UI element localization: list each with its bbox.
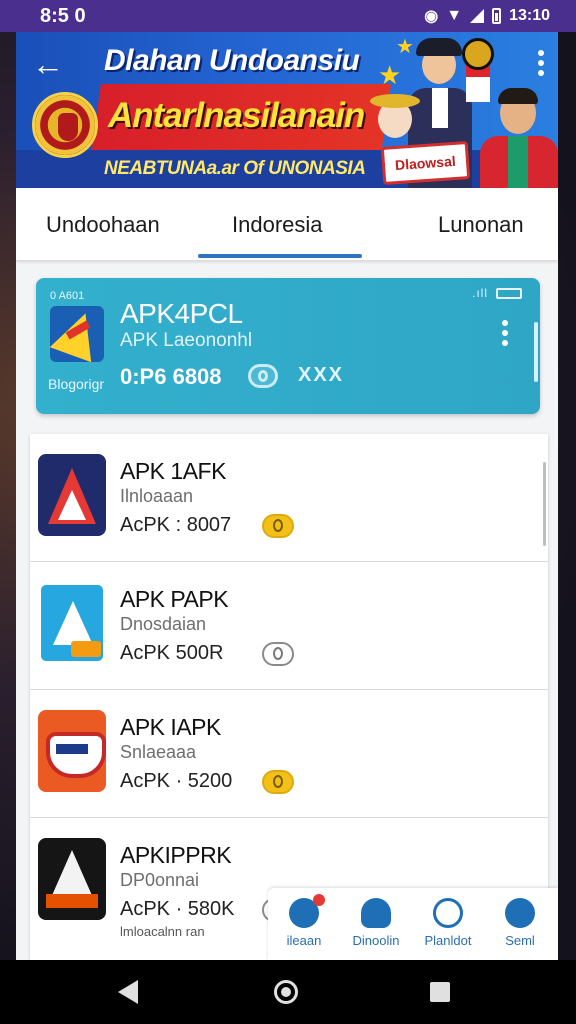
nav-item-ileaan[interactable]: ileaan bbox=[268, 894, 340, 950]
promo-banner[interactable]: ★ ★ ← Dlahan Undoansiu Antarlnasilanain … bbox=[16, 32, 558, 188]
banner-subtitle: NEABTUNAa.ar Of UNONASIA bbox=[104, 158, 366, 179]
nav-label: Planldot bbox=[424, 933, 472, 948]
featured-subtitle: APK Laeononhl bbox=[120, 330, 253, 351]
tab-lunonan[interactable]: Lunonan bbox=[438, 212, 524, 238]
status-clock: 13:10 bbox=[509, 7, 550, 24]
item-price: AcPK 500R bbox=[120, 642, 224, 664]
app-window: ★ ★ ← Dlahan Undoansiu Antarlnasilanain … bbox=[16, 32, 558, 960]
list-item[interactable]: APK 1AFK Ilnloaaan AcPK : 8007 bbox=[30, 434, 548, 562]
item-title: APKIPPRK bbox=[120, 842, 232, 868]
nav-item-seml[interactable]: Seml bbox=[484, 894, 556, 950]
featured-menu-icon[interactable] bbox=[502, 320, 508, 350]
item-subtitle: Dnosdaian bbox=[120, 614, 207, 634]
notification-dot bbox=[313, 894, 325, 906]
app-icon bbox=[38, 454, 106, 536]
nav-item-planldot[interactable]: Planldot bbox=[412, 894, 484, 950]
featured-signal-icon: .ıll bbox=[472, 286, 488, 300]
item-title: APK PAPK bbox=[120, 586, 229, 612]
signal-icon bbox=[470, 9, 485, 23]
banner-title: Dlahan Undoansiu bbox=[104, 44, 360, 77]
compass-icon bbox=[433, 898, 463, 928]
item-note: lmloacalnn ran bbox=[120, 924, 205, 939]
featured-title: APK4PCL bbox=[120, 298, 243, 329]
overflow-menu-icon[interactable] bbox=[538, 50, 544, 80]
item-title: APK 1AFK bbox=[120, 458, 226, 484]
star-icon: ★ bbox=[378, 60, 402, 90]
student-hair bbox=[498, 88, 538, 104]
featured-brand: Blogorigr bbox=[48, 376, 105, 392]
featured-app-logo-icon bbox=[50, 306, 104, 362]
star-icon: ★ bbox=[396, 36, 414, 58]
status-time: 8:5 0 bbox=[40, 4, 86, 27]
alarm-icon: ◉ bbox=[424, 8, 439, 25]
coin-icon bbox=[262, 514, 294, 538]
status-bar: 8:5 0 ◉ ▼ 13:10 bbox=[0, 0, 576, 32]
nav-label: ileaan bbox=[286, 933, 322, 948]
star-icon bbox=[505, 898, 535, 928]
nav-label: Dinoolin bbox=[352, 933, 400, 948]
coin-icon bbox=[262, 642, 294, 666]
featured-app-card[interactable]: 0 A601 Blogorigr APK4PCL APK Laeononhl 0… bbox=[36, 278, 540, 414]
app-icon bbox=[38, 582, 106, 664]
medal-icon bbox=[462, 38, 494, 70]
garuda-emblem-icon bbox=[32, 92, 98, 158]
item-price: AcPK : 8007 bbox=[120, 514, 232, 536]
officer-shirt bbox=[432, 88, 448, 128]
list-item[interactable]: APK IAPK Snlaeaaa AcPK · 5200 bbox=[30, 690, 548, 818]
nav-label: Seml bbox=[505, 933, 535, 948]
tab-indoresia[interactable]: Indoresia bbox=[232, 212, 323, 238]
recents-icon[interactable] bbox=[430, 982, 450, 1002]
nav-item-dinoolin[interactable]: Dinoolin bbox=[340, 894, 412, 950]
back-arrow-icon[interactable]: ← bbox=[32, 48, 64, 80]
item-price: AcPK · 5200 bbox=[120, 770, 233, 792]
featured-battery-icon bbox=[496, 288, 522, 299]
featured-scrollbar[interactable] bbox=[534, 322, 538, 382]
banner-sticker: Dlaowsal bbox=[380, 141, 470, 185]
student-tie bbox=[508, 136, 528, 188]
chat-icon bbox=[289, 894, 325, 928]
featured-coin-icon bbox=[248, 364, 278, 388]
officer-cap bbox=[416, 38, 462, 56]
app-list: APK 1AFK Ilnloaaan AcPK : 8007 APK PAPK … bbox=[30, 434, 548, 960]
item-subtitle: Ilnloaaan bbox=[120, 486, 194, 506]
users-icon bbox=[361, 898, 391, 928]
featured-small-label: 0 A601 bbox=[50, 290, 85, 302]
tab-bar: Undoohaan Indoresia Lunonan bbox=[16, 188, 558, 260]
list-item[interactable]: APK PAPK Dnosdaian AcPK 500R bbox=[30, 562, 548, 690]
banner-heading: Antarlnasilanain bbox=[108, 96, 365, 135]
app-icon bbox=[38, 710, 106, 792]
status-icons: ◉ ▼ 13:10 bbox=[424, 6, 550, 26]
featured-mark: XXX bbox=[298, 364, 345, 386]
active-tab-indicator bbox=[198, 254, 362, 258]
bottom-nav: ileaan Dinoolin Planldot Seml bbox=[268, 888, 558, 960]
system-nav-bar bbox=[0, 960, 576, 1024]
home-icon[interactable] bbox=[274, 980, 298, 1004]
wifi-icon: ▼ bbox=[446, 7, 463, 24]
item-price: AcPK · 580K bbox=[120, 898, 235, 920]
item-title: APK IAPK bbox=[120, 714, 221, 740]
back-icon[interactable] bbox=[118, 980, 138, 1004]
elder-hat bbox=[370, 94, 420, 108]
featured-price: 0:P6 6808 bbox=[120, 364, 222, 389]
item-subtitle: DP0onnai bbox=[120, 870, 200, 890]
tab-undoohaan[interactable]: Undoohaan bbox=[46, 212, 160, 238]
coin-icon bbox=[262, 770, 294, 794]
battery-icon bbox=[492, 8, 502, 24]
item-subtitle: Snlaeaaa bbox=[120, 742, 197, 762]
app-icon bbox=[38, 838, 106, 920]
